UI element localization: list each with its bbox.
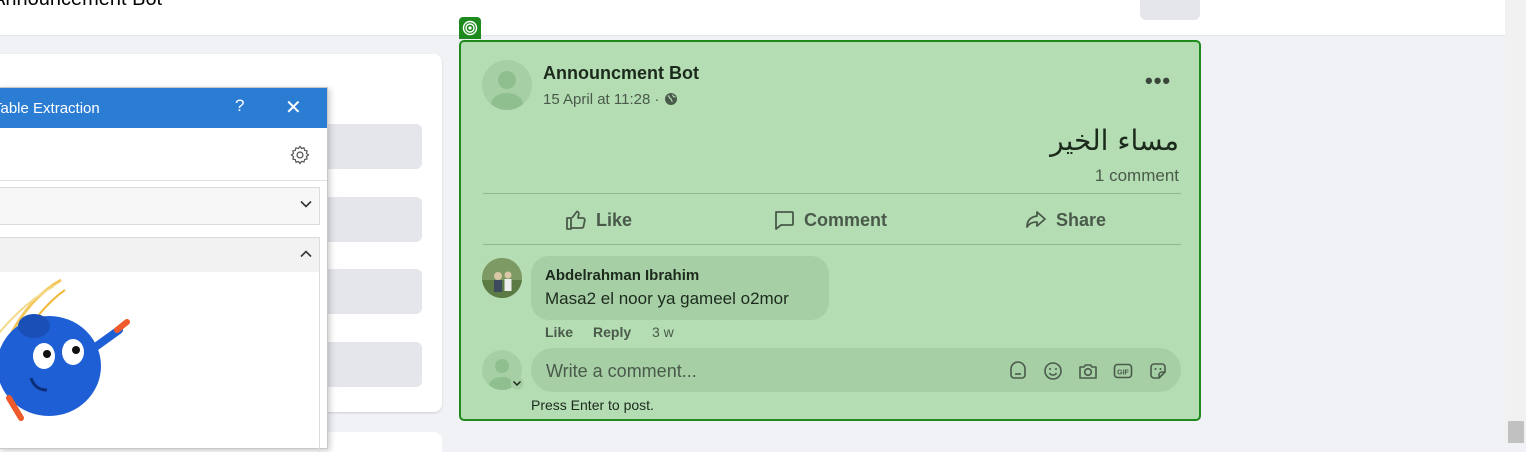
divider	[483, 244, 1181, 245]
divider	[483, 193, 1181, 194]
comment-count[interactable]: 1 comment	[1095, 166, 1179, 186]
comment-like-button[interactable]: Like	[545, 324, 573, 340]
avatar-sticker-icon[interactable]	[1007, 360, 1029, 382]
help-button[interactable]: ?	[235, 96, 244, 116]
topbar-button[interactable]	[1140, 0, 1200, 20]
share-icon	[1026, 211, 1046, 228]
comment-label: Comment	[804, 209, 888, 230]
timestamp-text: 15 April at 11:28 ·	[543, 91, 660, 108]
comment-reply-button[interactable]: Reply	[593, 324, 631, 340]
svg-text:GIF: GIF	[1117, 370, 1129, 377]
emoji-icon[interactable]	[1042, 360, 1064, 382]
camera-icon[interactable]	[1077, 360, 1099, 382]
press-enter-hint: Press Enter to post.	[531, 397, 654, 413]
chevron-down-icon	[299, 197, 313, 214]
extension-panel: Table Extraction ? ✕	[0, 87, 328, 451]
scrollbar-track[interactable]	[1505, 0, 1526, 443]
chevron-up-icon	[299, 247, 313, 264]
gif-icon[interactable]: GIF	[1112, 360, 1134, 382]
extension-title: Table Extraction	[0, 100, 100, 117]
more-options-button[interactable]: •••	[1145, 68, 1171, 94]
dropdown-expanded[interactable]	[0, 237, 320, 272]
chevron-down-icon[interactable]	[510, 376, 524, 390]
dropdown-collapsed[interactable]	[0, 187, 320, 225]
comment-text: Masa2 el noor ya gameel o2mor	[545, 289, 789, 308]
comment-placeholder: Write a comment...	[546, 361, 697, 381]
post-card: Announcment Bot 15 April at 11:28 · ••• …	[459, 40, 1201, 421]
target-marker-icon	[459, 17, 481, 39]
comment-input[interactable]: Write a comment... GIF	[531, 348, 1181, 392]
close-button[interactable]: ✕	[285, 95, 302, 120]
post-timestamp[interactable]: 15 April at 11:28 ·	[543, 91, 678, 108]
like-button[interactable]: Like	[564, 208, 632, 232]
comment-bubble: Abdelrahman Ibrahim Masa2 el noor ya gam…	[531, 256, 829, 320]
author-avatar[interactable]	[482, 60, 532, 110]
comment-age[interactable]: 3 w	[652, 324, 674, 340]
post-author[interactable]: Announcment Bot	[543, 63, 699, 84]
like-label: Like	[596, 209, 633, 230]
comment-icon	[775, 211, 794, 230]
scrollbar-thumb[interactable]	[1508, 421, 1524, 443]
page-title: Announcement Bot	[0, 0, 162, 11]
comment-button[interactable]: Comment	[772, 208, 887, 232]
comment-author[interactable]: Abdelrahman Ibrahim	[545, 267, 699, 284]
divider	[0, 180, 327, 181]
top-bar: Announcement Bot	[0, 0, 1505, 36]
share-label: Share	[1056, 209, 1107, 230]
extension-titlebar: Table Extraction ? ✕	[0, 88, 327, 128]
post-text: مساء الخير	[1050, 124, 1179, 157]
sticker-icon[interactable]	[1147, 360, 1169, 382]
globe-icon	[664, 93, 677, 105]
share-button[interactable]: Share	[1024, 208, 1106, 232]
thumbs-up-icon	[566, 210, 586, 230]
commenter-avatar[interactable]	[482, 258, 522, 298]
mascot-illustration	[0, 278, 130, 421]
gear-icon[interactable]	[289, 144, 311, 166]
